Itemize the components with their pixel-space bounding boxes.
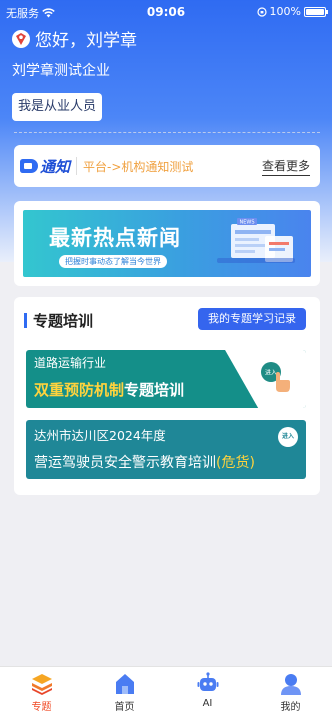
course-industry: 道路运输行业 xyxy=(34,356,107,370)
tab-mine[interactable]: 我的 xyxy=(249,667,332,720)
notice-logo-text: 通知 xyxy=(40,157,71,176)
orientation-lock-icon xyxy=(256,6,267,17)
status-bar: 无服务 09:06 100% xyxy=(0,0,332,24)
home-icon xyxy=(115,674,134,694)
course-title-highlight: (危货) xyxy=(216,455,255,471)
topic-heading: 专题培训 xyxy=(24,310,93,331)
course-card[interactable]: 道路运输行业 双重预防机制专题培训 进入 xyxy=(26,350,306,408)
banner-subtitle: 把握时事动态了解当今世界 xyxy=(59,255,167,268)
battery-percent: 100% xyxy=(269,5,301,18)
course-title-rest: 专题培训 xyxy=(124,381,185,399)
enter-badge[interactable]: 进入 xyxy=(278,427,298,447)
course-region: 达州市达川区2024年度 xyxy=(34,428,166,443)
topic-training-card: 专题培训 我的专题学习记录 道路运输行业 双重预防机制专题培训 进入 达州市达川… xyxy=(14,297,320,495)
layers-icon xyxy=(31,674,52,695)
course-title-highlight: 双重预防机制 xyxy=(34,381,125,399)
user-icon xyxy=(280,674,301,695)
notice-separator xyxy=(76,157,78,175)
study-record-button[interactable]: 我的专题学习记录 xyxy=(198,308,306,330)
notice-message[interactable]: 平台->机构通知测试 xyxy=(83,158,262,175)
divider xyxy=(14,132,320,133)
greeting-text: 您好，刘学章 xyxy=(35,31,137,51)
heading-accent-bar xyxy=(24,313,27,328)
notice-more-link[interactable]: 查看更多 xyxy=(261,157,310,176)
speaker-icon xyxy=(20,159,38,173)
role-button[interactable]: 我是从业人员 xyxy=(12,93,103,121)
tab-ai[interactable]: AI xyxy=(166,667,249,720)
notice-logo: 通知 xyxy=(20,156,70,177)
enter-hand-label: 进入 xyxy=(265,369,277,377)
course-title: 双重预防机制专题培训 xyxy=(34,379,184,400)
company-name: 刘学章测试企业 xyxy=(12,63,110,79)
greeting: 您好，刘学章 xyxy=(12,26,137,51)
notice-bar[interactable]: 通知 平台->机构通知测试 查看更多 xyxy=(14,145,320,187)
banner-art-label: NEWS xyxy=(239,220,254,226)
news-banner[interactable]: 最新热点新闻 把握时事动态了解当今世界 NEWS xyxy=(23,210,311,277)
tab-label: 首页 xyxy=(114,702,135,713)
news-banner-card: 最新热点新闻 把握时事动态了解当今世界 NEWS xyxy=(14,201,320,286)
course-title-main: 营运驾驶员安全警示教育培训 xyxy=(34,455,216,471)
battery-icon xyxy=(304,6,328,17)
user-badge-icon xyxy=(12,29,30,48)
course-title: 营运驾驶员安全警示教育培训(危货) xyxy=(34,452,255,472)
tab-topics[interactable]: 专题 xyxy=(0,667,83,720)
tab-label: AI xyxy=(202,698,213,709)
topic-title: 专题培训 xyxy=(33,312,94,330)
enter-hand-icon[interactable]: 进入 xyxy=(258,360,292,394)
tab-label: 专题 xyxy=(31,702,52,713)
bottom-tab-bar: 专题 首页 AI 我的 xyxy=(0,666,332,720)
status-right: 100% xyxy=(256,5,328,18)
course-card[interactable]: 达州市达川区2024年度 营运驾驶员安全警示教育培训(危货) 进入 xyxy=(26,420,306,479)
tab-label: 我的 xyxy=(280,702,301,713)
news-illustration-icon: NEWS xyxy=(217,218,295,263)
tab-home[interactable]: 首页 xyxy=(83,667,166,720)
robot-icon xyxy=(197,672,218,691)
banner-title: 最新热点新闻 xyxy=(49,226,181,250)
